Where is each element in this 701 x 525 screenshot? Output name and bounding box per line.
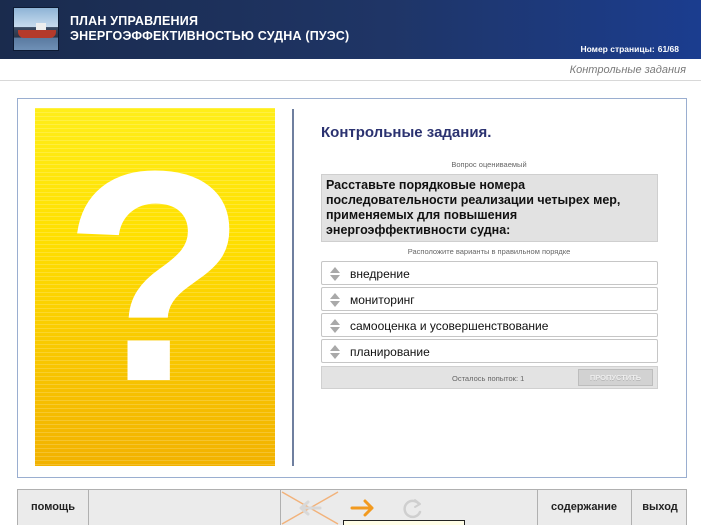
sort-arrows-icon[interactable] [329,267,341,281]
question-text: Расставьте порядковые номера последовате… [326,178,621,237]
sort-arrows-icon[interactable] [329,293,341,307]
course-title-line1: ПЛАН УПРАВЛЕНИЯ [70,14,199,28]
course-title-line2: ЭНЕРГОЭФФЕКТИВНОСТЬЮ СУДНА (ПУЭС) [70,29,350,43]
order-option-label: самооценка и усовершенствование [350,319,549,333]
page-number-value: 61/68 [657,44,679,54]
question-box: Расставьте порядковые номера последовате… [321,174,658,242]
ship-photo-thumbnail [13,7,59,51]
section-title: Контрольные задания. [321,124,492,141]
sort-arrows-icon[interactable] [329,319,341,333]
header-divider [0,80,701,81]
order-option-3[interactable]: самооценка и усовершенствование [321,313,658,337]
page-number-label: Номер страницы: [580,44,655,54]
page-number: Номер страницы: 61/68 [577,44,679,54]
submit-bar: Осталось попыток: 1 ПРОПУСТИТЬ [321,366,658,389]
order-option-2[interactable]: мониторинг [321,287,658,311]
back-arrow-disabled-icon [281,491,339,525]
skip-button[interactable]: ПРОПУСТИТЬ [578,369,653,386]
question-mark-illustration: ? [35,108,275,466]
content-frame: ? Контрольные задания. Вопрос оцениваемы… [17,98,687,478]
order-option-label: внедрение [350,267,410,281]
ship-hull [18,30,56,38]
breadcrumb: Контрольные задания [569,64,686,76]
header-bar: ПЛАН УПРАВЛЕНИЯ ЭНЕРГОЭФФЕКТИВНОСТЬЮ СУД… [0,0,701,59]
exit-button[interactable]: выход [632,490,688,525]
back-button[interactable] [280,490,340,525]
order-option-label: мониторинг [350,293,415,307]
vertical-divider [292,109,294,466]
question-caption: Вопрос оцениваемый [451,160,527,169]
toolbar-separator [88,490,89,525]
help-button[interactable]: помощь [18,490,88,525]
attempts-remaining: Осталось попыток: 1 [452,374,525,383]
order-option-1[interactable]: внедрение [321,261,658,285]
tooltip-popup [343,520,465,525]
contents-button[interactable]: содержание [538,490,630,525]
ordering-instruction: Расположите варианты в правильном порядк… [407,247,571,256]
sort-arrows-icon[interactable] [329,345,341,359]
order-option-4[interactable]: планирование [321,339,658,363]
order-option-label: планирование [350,345,430,359]
question-mark-glyph: ? [63,108,247,444]
